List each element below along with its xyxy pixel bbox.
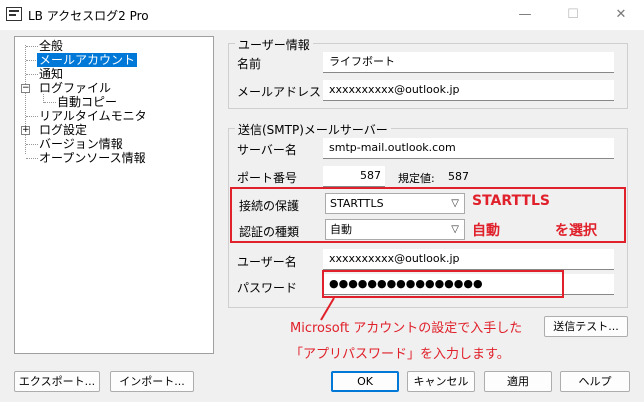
tree-item-realtime-monitor[interactable]: リアルタイムモニタ bbox=[39, 109, 147, 123]
window-title: LB アクセスログ2 Pro bbox=[28, 9, 149, 23]
email-label: メールアドレス bbox=[237, 85, 322, 99]
tree-item-mail-account[interactable]: メールアカウント bbox=[37, 53, 138, 67]
username-input[interactable]: xxxxxxxxxx@outlook.jp bbox=[323, 249, 614, 270]
name-input[interactable]: ライフボート bbox=[323, 52, 614, 73]
password-label: パスワード bbox=[237, 281, 298, 295]
tree-line bbox=[26, 46, 38, 47]
email-input[interactable]: xxxxxxxxxx@outlook.jp bbox=[323, 80, 614, 101]
smtp-title: 送信(SMTP)メールサーバー bbox=[235, 121, 391, 138]
ok-button[interactable]: OK bbox=[331, 371, 399, 392]
name-label: 名前 bbox=[237, 57, 262, 71]
tree-line bbox=[26, 144, 38, 145]
tree-line bbox=[26, 116, 38, 117]
apply-button[interactable]: 適用 bbox=[484, 371, 552, 392]
tree-line bbox=[44, 102, 56, 103]
tree-item-log-settings[interactable]: ログ設定 bbox=[39, 123, 87, 137]
annotation-auto: 自動 bbox=[472, 223, 500, 239]
send-test-button[interactable]: 送信テスト... bbox=[544, 316, 628, 337]
export-button[interactable]: エクスポート... bbox=[14, 371, 100, 392]
cancel-button[interactable]: キャンセル bbox=[407, 371, 475, 392]
tree-line bbox=[25, 45, 26, 154]
tree-item-log-file[interactable]: ログファイル bbox=[39, 81, 111, 95]
annotation-note-line1: Microsoft アカウントの設定で入手した bbox=[290, 321, 523, 336]
app-icon bbox=[6, 7, 22, 21]
server-label: サーバー名 bbox=[237, 143, 297, 157]
help-button[interactable]: ヘルプ bbox=[560, 371, 630, 392]
import-button[interactable]: インポート... bbox=[110, 371, 194, 392]
expand-icon[interactable]: + bbox=[21, 126, 30, 135]
title-bar: LB アクセスログ2 Pro — ☐ ✕ bbox=[0, 0, 644, 30]
app-window: LB アクセスログ2 Pro — ☐ ✕ 全般 メールアカウント 通知 − ログ… bbox=[0, 0, 644, 402]
annotation-select: を選択 bbox=[555, 223, 597, 239]
tree-line bbox=[26, 74, 38, 75]
maximize-button[interactable]: ☐ bbox=[550, 0, 596, 30]
tree-item-notification[interactable]: 通知 bbox=[39, 67, 63, 81]
annotation-note-line2: 「アプリパスワード」を入力します。 bbox=[290, 347, 510, 362]
annotation-starttls: STARTTLS bbox=[472, 193, 550, 209]
default-port-value: 587 bbox=[448, 170, 469, 183]
tree-item-general[interactable]: 全般 bbox=[39, 39, 63, 53]
settings-tree: 全般 メールアカウント 通知 − ログファイル 自動コピー リアルタイムモニタ … bbox=[14, 36, 214, 354]
user-info-title: ユーザー情報 bbox=[235, 36, 313, 53]
collapse-icon[interactable]: − bbox=[21, 84, 30, 93]
tree-item-open-source-info[interactable]: オープンソース情報 bbox=[39, 151, 146, 165]
default-port-label: 規定値: bbox=[398, 172, 435, 185]
username-label: ユーザー名 bbox=[237, 255, 297, 269]
tree-line bbox=[26, 158, 38, 159]
minimize-button[interactable]: — bbox=[502, 0, 548, 30]
port-label: ポート番号 bbox=[237, 171, 298, 185]
close-button[interactable]: ✕ bbox=[598, 0, 644, 30]
tree-item-auto-copy[interactable]: 自動コピー bbox=[57, 95, 117, 109]
tree-item-version-info[interactable]: バージョン情報 bbox=[39, 137, 123, 151]
port-input[interactable]: 587 bbox=[323, 166, 385, 187]
highlight-password-box bbox=[322, 270, 564, 298]
server-input[interactable]: smtp-mail.outlook.com bbox=[323, 138, 614, 159]
